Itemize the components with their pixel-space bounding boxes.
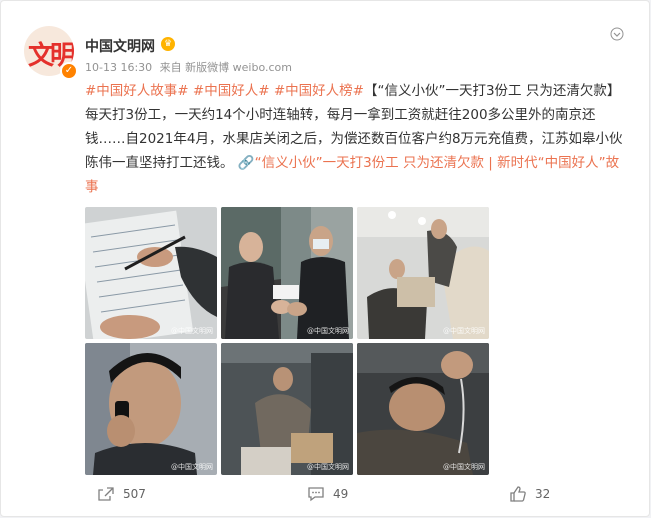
like-button[interactable]: 32: [509, 483, 550, 505]
hashtag-link[interactable]: #中国好人#: [193, 83, 270, 99]
weibo-post-card: 文明 ✓ 中国文明网 ♛ 10-13 16:30 来自 新版微博 weibo.c…: [0, 0, 650, 517]
photo-2-handing-money[interactable]: @中国文明网: [221, 207, 353, 339]
like-count: 32: [535, 487, 551, 501]
post-meta: 10-13 16:30 来自 新版微博 weibo.com: [85, 59, 296, 75]
photo-1-writing-ledger[interactable]: @中国文明网: [85, 207, 217, 339]
hashtag-link[interactable]: #中国好人榜#: [274, 83, 364, 99]
photo-5-packing-boxes[interactable]: @中国文明网: [221, 343, 353, 475]
photo-4-phone-call[interactable]: @中国文明网: [85, 343, 217, 475]
member-icon[interactable]: ♛: [161, 37, 175, 51]
link-icon: 🔗: [237, 155, 255, 171]
avatar[interactable]: 文明 ✓: [24, 26, 78, 80]
watermark: @中国文明网: [307, 327, 349, 335]
post-text: #中国好人故事# #中国好人# #中国好人榜#【“信义小伙”一天打3份工 只为还…: [85, 79, 630, 199]
action-bar: 507 49 32: [1, 479, 651, 509]
photo-3-carrying-sacks[interactable]: @中国文明网: [357, 207, 489, 339]
share-icon: [98, 487, 114, 501]
comment-count: 49: [333, 487, 349, 501]
comment-button[interactable]: 49: [307, 483, 348, 505]
watermark: @中国文明网: [307, 463, 349, 471]
post-source: 来自 新版微博 weibo.com: [159, 61, 292, 74]
watermark: @中国文明网: [443, 463, 485, 471]
post-title: 【“信义小伙”一天打3份工 只为还清欠款】: [363, 83, 621, 99]
photo-6-working-closeup[interactable]: @中国文明网: [357, 343, 489, 475]
comment-icon: [308, 487, 324, 502]
repost-button[interactable]: 507: [97, 483, 146, 505]
verified-badge-icon: ✓: [60, 62, 78, 80]
post-time[interactable]: 10-13 16:30: [85, 61, 152, 74]
watermark: @中国文明网: [171, 463, 213, 471]
hashtag-link[interactable]: #中国好人故事#: [85, 83, 189, 99]
thumbs-up-icon: [510, 486, 526, 502]
watermark: @中国文明网: [171, 327, 213, 335]
author-name[interactable]: 中国文明网: [85, 36, 155, 56]
repost-count: 507: [123, 487, 146, 501]
watermark: @中国文明网: [443, 327, 485, 335]
chevron-down-icon[interactable]: [609, 27, 625, 43]
